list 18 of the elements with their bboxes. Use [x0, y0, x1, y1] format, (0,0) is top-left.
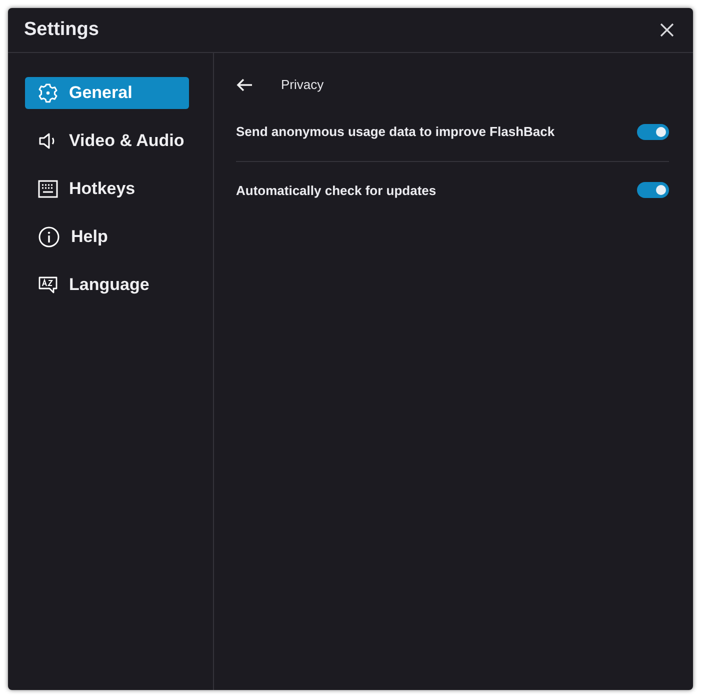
sidebar-item[interactable]: General [25, 77, 189, 109]
gear-icon [38, 83, 58, 103]
sidebar-item[interactable]: Help [25, 221, 189, 253]
sidebar-item[interactable]: Video & Audio [25, 125, 189, 157]
setting-label: Send anonymous usage data to improve FlashBack [236, 123, 555, 141]
close-icon [660, 23, 674, 37]
back-arrow-icon [236, 78, 253, 92]
back-button[interactable] [236, 78, 253, 92]
sidebar-item[interactable]: Language [25, 269, 189, 301]
setting-label: Automatically check for updates [236, 182, 436, 200]
toggle-switch[interactable] [637, 182, 669, 198]
info-icon [38, 226, 60, 248]
keyboard-icon [38, 179, 58, 199]
sidebar-item[interactable]: Hotkeys [25, 173, 189, 205]
window-title: Settings [24, 18, 99, 42]
toggle-switch[interactable] [637, 124, 669, 140]
translate-icon [38, 276, 58, 294]
section-title: Privacy [281, 76, 324, 94]
